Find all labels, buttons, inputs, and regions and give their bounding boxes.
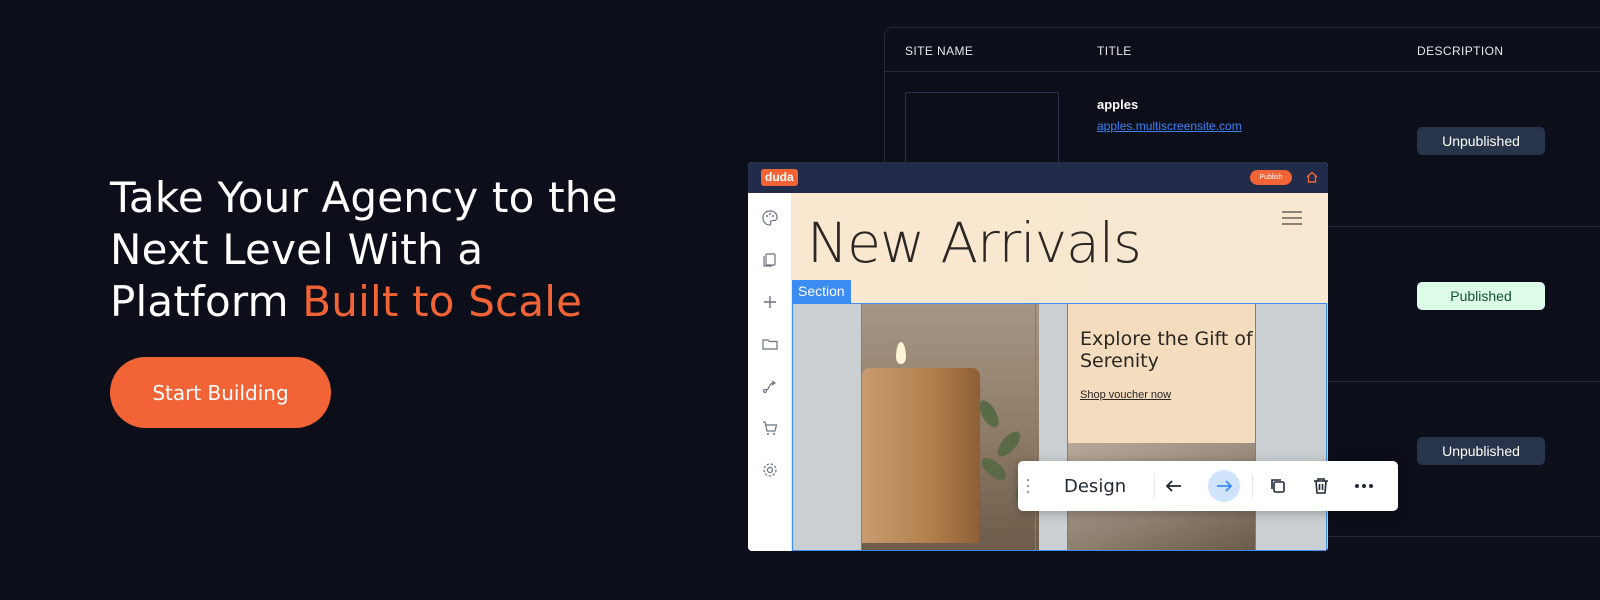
cart-icon[interactable]: [761, 419, 779, 437]
column-guide: [1035, 303, 1036, 551]
site-url-link[interactable]: apples.multiscreensite.com: [1097, 119, 1242, 133]
status-badge: Published: [1417, 282, 1545, 310]
add-icon[interactable]: [761, 293, 779, 311]
status-badge: Unpublished: [1417, 127, 1545, 155]
settings-icon[interactable]: [761, 461, 779, 479]
hero-section[interactable]: New Arrivals: [792, 193, 1328, 303]
column-header-site-name[interactable]: SITE NAME: [905, 44, 973, 58]
publish-button[interactable]: Publish: [1250, 170, 1292, 185]
section-toolbar: Design: [1018, 461, 1398, 511]
arrow-right-icon[interactable]: [1211, 473, 1237, 499]
hamburger-menu-icon[interactable]: [1281, 210, 1303, 226]
hero-title: Take Your Agency to the Next Level With …: [110, 172, 670, 328]
column-guide: [1067, 303, 1068, 551]
column-header-title[interactable]: TITLE: [1097, 44, 1132, 58]
flow-icon[interactable]: [761, 377, 779, 395]
folder-icon[interactable]: [761, 335, 779, 353]
hero: Take Your Agency to the Next Level With …: [110, 172, 670, 328]
palette-icon[interactable]: [761, 209, 779, 227]
site-title: apples: [1097, 97, 1139, 112]
trash-icon[interactable]: [1308, 473, 1334, 499]
section-label[interactable]: Section: [792, 280, 851, 303]
drag-handle-icon[interactable]: [1026, 478, 1030, 494]
duda-logo: duda: [761, 169, 798, 186]
toolbar-divider: [1252, 474, 1253, 498]
table-header: SITE NAME TITLE DESCRIPTION: [885, 28, 1600, 72]
home-icon[interactable]: [1305, 170, 1319, 184]
duplicate-icon[interactable]: [1265, 473, 1291, 499]
toolbar-divider: [1154, 474, 1155, 498]
editor-sidebar: [748, 193, 792, 551]
column-guide: [1255, 303, 1256, 551]
column-guide: [861, 303, 862, 551]
status-badge: Unpublished: [1417, 437, 1545, 465]
hero-title-accent: Built to Scale: [302, 277, 583, 326]
pages-icon[interactable]: [761, 251, 779, 269]
column-header-description[interactable]: DESCRIPTION: [1417, 44, 1503, 58]
editor-topbar: duda Publish: [748, 162, 1328, 193]
section-selection-outline: [792, 303, 1327, 551]
more-icon[interactable]: [1351, 473, 1377, 499]
arrow-left-icon[interactable]: [1161, 473, 1187, 499]
design-button[interactable]: Design: [1056, 472, 1134, 500]
page-heading[interactable]: New Arrivals: [807, 211, 1142, 275]
start-building-button[interactable]: Start Building: [110, 357, 331, 428]
